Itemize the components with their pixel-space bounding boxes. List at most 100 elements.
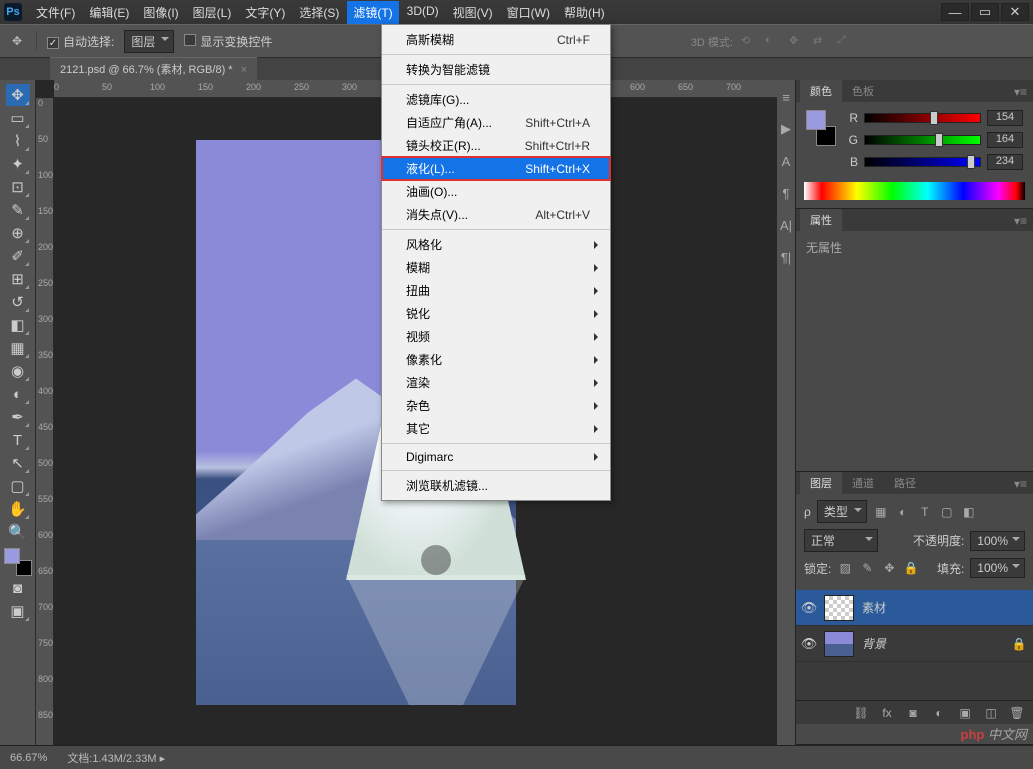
brush-tool[interactable]: ✐ — [6, 245, 30, 267]
delete-layer-icon[interactable]: 🗑 — [1009, 705, 1025, 721]
menu-3d[interactable]: 3D(D) — [401, 1, 445, 24]
filter-adjust-icon[interactable]: ◐ — [895, 504, 911, 520]
path-tool[interactable]: ↖ — [6, 452, 30, 474]
history-brush-tool[interactable]: ↺ — [6, 291, 30, 313]
layer-mask-icon[interactable]: ◙ — [905, 705, 921, 721]
visibility-toggle[interactable]: 👁 — [802, 601, 816, 615]
group-icon[interactable]: ▣ — [957, 705, 973, 721]
filter-smart-icon[interactable]: ◧ — [961, 504, 977, 520]
menu-browse-online[interactable]: 浏览联机滤镜... — [382, 474, 610, 497]
3d-pan-icon[interactable]: ✥ — [789, 34, 805, 50]
3d-roll-icon[interactable]: ◐ — [765, 34, 781, 50]
menu-视频[interactable]: 视频 — [382, 325, 610, 348]
menu-digimarc[interactable]: Digimarc — [382, 447, 610, 467]
green-value[interactable]: 164 — [987, 132, 1023, 148]
filter-pixel-icon[interactable]: ▦ — [873, 504, 889, 520]
auto-select-dropdown[interactable]: 图层 — [124, 30, 174, 53]
paragraph-panel-icon[interactable]: ¶ — [777, 184, 795, 202]
healing-tool[interactable]: ⊕ — [6, 222, 30, 244]
filter-shape-icon[interactable]: ▢ — [939, 504, 955, 520]
filter-text-icon[interactable]: T — [917, 504, 933, 520]
green-slider[interactable] — [864, 135, 981, 145]
parastyle-panel-icon[interactable]: ¶| — [777, 248, 795, 266]
show-transform-checkbox[interactable]: 显示变换控件 — [184, 33, 272, 50]
opacity-dropdown[interactable]: 100% — [970, 531, 1025, 551]
lock-transparent-icon[interactable]: ▨ — [837, 560, 853, 576]
3d-orbit-icon[interactable]: ⟲ — [741, 34, 757, 50]
layer-row[interactable]: 👁 背景 🔒 — [796, 626, 1033, 662]
menu-window[interactable]: 窗口(W) — [501, 1, 556, 24]
menu-镜头校正(R)...[interactable]: 镜头校正(R)...Shift+Ctrl+R — [382, 134, 610, 157]
eraser-tool[interactable]: ◧ — [6, 314, 30, 336]
screenmode-toggle[interactable]: ▣ — [6, 600, 30, 622]
layer-fx-icon[interactable]: fx — [879, 705, 895, 721]
panel-menu-icon[interactable]: ▾≡ — [1008, 211, 1033, 231]
menu-像素化[interactable]: 像素化 — [382, 348, 610, 371]
zoom-tool[interactable]: 🔍 — [6, 521, 30, 543]
menu-smart-filter[interactable]: 转换为智能滤镜 — [382, 58, 610, 81]
menu-image[interactable]: 图像(I) — [137, 1, 184, 24]
menu-滤镜库(G)...[interactable]: 滤镜库(G)... — [382, 88, 610, 111]
properties-tab[interactable]: 属性 — [800, 209, 842, 231]
red-slider[interactable] — [864, 113, 981, 123]
blue-value[interactable]: 234 — [987, 154, 1023, 170]
minimize-button[interactable]: ― — [941, 3, 969, 21]
menu-扭曲[interactable]: 扭曲 — [382, 279, 610, 302]
color-spectrum[interactable] — [804, 182, 1025, 200]
stamp-tool[interactable]: ⊞ — [6, 268, 30, 290]
shape-tool[interactable]: ▢ — [6, 475, 30, 497]
hand-tool[interactable]: ✋ — [6, 498, 30, 520]
dodge-tool[interactable]: ◐ — [6, 383, 30, 405]
menu-view[interactable]: 视图(V) — [447, 1, 499, 24]
panel-menu-icon[interactable]: ▾≡ — [1008, 82, 1033, 102]
lock-all-icon[interactable]: 🔒 — [903, 560, 919, 576]
layers-tab[interactable]: 图层 — [800, 472, 842, 494]
lasso-tool[interactable]: ⌇ — [6, 130, 30, 152]
menu-渲染[interactable]: 渲染 — [382, 371, 610, 394]
menu-layer[interactable]: 图层(L) — [187, 1, 238, 24]
channels-tab[interactable]: 通道 — [842, 472, 884, 494]
menu-filter[interactable]: 滤镜(T) — [347, 1, 398, 24]
panel-menu-icon[interactable]: ▾≡ — [1008, 474, 1033, 494]
3d-scale-icon[interactable]: ⤢ — [837, 34, 853, 50]
paths-tab[interactable]: 路径 — [884, 472, 926, 494]
color-tab[interactable]: 颜色 — [800, 80, 842, 102]
foreground-background-colors[interactable] — [4, 548, 32, 576]
swatches-tab[interactable]: 色板 — [842, 80, 884, 102]
maximize-button[interactable]: ▭ — [971, 3, 999, 21]
red-value[interactable]: 154 — [987, 110, 1023, 126]
pen-tool[interactable]: ✒ — [6, 406, 30, 428]
document-tab[interactable]: 2121.psd @ 66.7% (素材, RGB/8) *× — [50, 57, 257, 80]
blue-slider[interactable] — [864, 157, 981, 167]
menu-select[interactable]: 选择(S) — [293, 1, 345, 24]
gradient-tool[interactable]: ▦ — [6, 337, 30, 359]
quickmask-toggle[interactable]: ◙ — [6, 577, 30, 599]
menu-杂色[interactable]: 杂色 — [382, 394, 610, 417]
close-tab-icon[interactable]: × — [241, 64, 247, 76]
layer-thumbnail[interactable] — [824, 631, 854, 657]
doc-size[interactable]: 文档:1.43M/2.33M ▸ — [67, 750, 165, 766]
menu-模糊[interactable]: 模糊 — [382, 256, 610, 279]
lock-pixels-icon[interactable]: ✎ — [859, 560, 875, 576]
menu-help[interactable]: 帮助(H) — [558, 1, 611, 24]
menu-锐化[interactable]: 锐化 — [382, 302, 610, 325]
character-panel-icon[interactable]: A — [777, 152, 795, 170]
color-swatch[interactable] — [806, 110, 836, 146]
menu-edit[interactable]: 编辑(E) — [83, 1, 135, 24]
menu-风格化[interactable]: 风格化 — [382, 233, 610, 256]
visibility-toggle[interactable]: 👁 — [802, 637, 816, 651]
auto-select-checkbox[interactable]: 自动选择: — [47, 33, 114, 50]
layer-thumbnail[interactable] — [824, 595, 854, 621]
adjustment-layer-icon[interactable]: ◐ — [931, 705, 947, 721]
3d-slide-icon[interactable]: ⇄ — [813, 34, 829, 50]
menu-液化(L)...[interactable]: 液化(L)...Shift+Ctrl+X — [382, 157, 610, 180]
menu-last-filter[interactable]: 高斯模糊Ctrl+F — [382, 28, 610, 51]
actions-panel-icon[interactable]: ▶ — [777, 120, 795, 138]
zoom-level[interactable]: 66.67% — [10, 752, 47, 764]
layer-name[interactable]: 背景 — [862, 635, 886, 652]
menu-油画(O)...[interactable]: 油画(O)... — [382, 180, 610, 203]
move-tool[interactable]: ✥ — [6, 84, 30, 106]
menu-其它[interactable]: 其它 — [382, 417, 610, 440]
blend-mode-dropdown[interactable]: 正常 — [804, 529, 878, 552]
menu-消失点(V)...[interactable]: 消失点(V)...Alt+Ctrl+V — [382, 203, 610, 226]
